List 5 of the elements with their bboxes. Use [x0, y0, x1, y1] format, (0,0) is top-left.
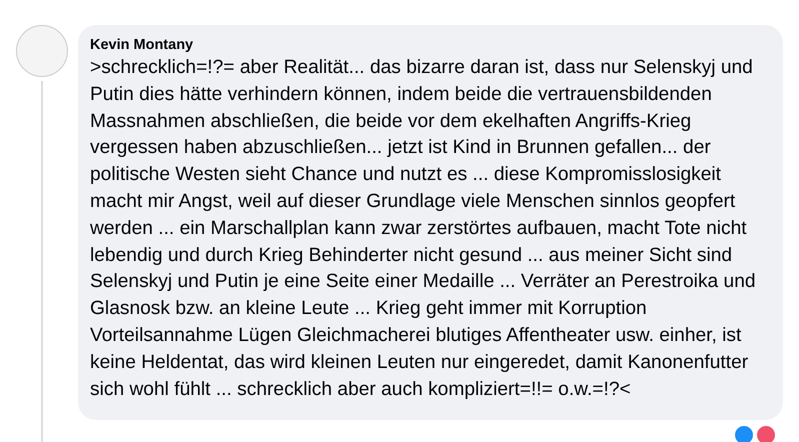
like-reaction-icon: [735, 426, 753, 442]
author-name[interactable]: Kevin Montany: [90, 35, 771, 55]
heart-reaction-icon: [757, 426, 775, 442]
avatar[interactable]: [16, 25, 68, 77]
comment-text: >schrecklich=!?= aber Realität... das bizarre daran ist, dass nur Selenskyj und Putin dies hätte verhindern können, indem beide die vertrauensbildenden Massnahmen abschließen, die beide vor dem ekelhaften Angriffs-Krieg vergessen haben abzuschließen... jetzt ist Kind in Brunnen gefallen... der politische Westen sieht Chance und nutzt es ... diese Kompromisslosigkeit macht mir Angst, weil auf dieser Grundlage viele Menschen sinnlos geopfert werden ... ein Marschallplan kann zwar zerstörtes aufbauen, macht Tote nicht lebendig und durch Krieg Behinderter nicht gesund ... aus meiner Sicht sind Selenskyj und Putin je eine Seite einer Medaille ... Verräter an Perestroika und Glasnosk bzw. an kleine Leute ... Krieg geht immer mit Korruption Vorteilsannahme Lügen Gleichmacherei blutiges Affentheater usw. einher, ist keine Heldentat, das wird kleinen Leuten nur eingeredet, damit Kanonenfutter sich wohl fühlt ... schrecklich aber auch kompliziert=!!= o.w.=!?<: [90, 56, 757, 402]
